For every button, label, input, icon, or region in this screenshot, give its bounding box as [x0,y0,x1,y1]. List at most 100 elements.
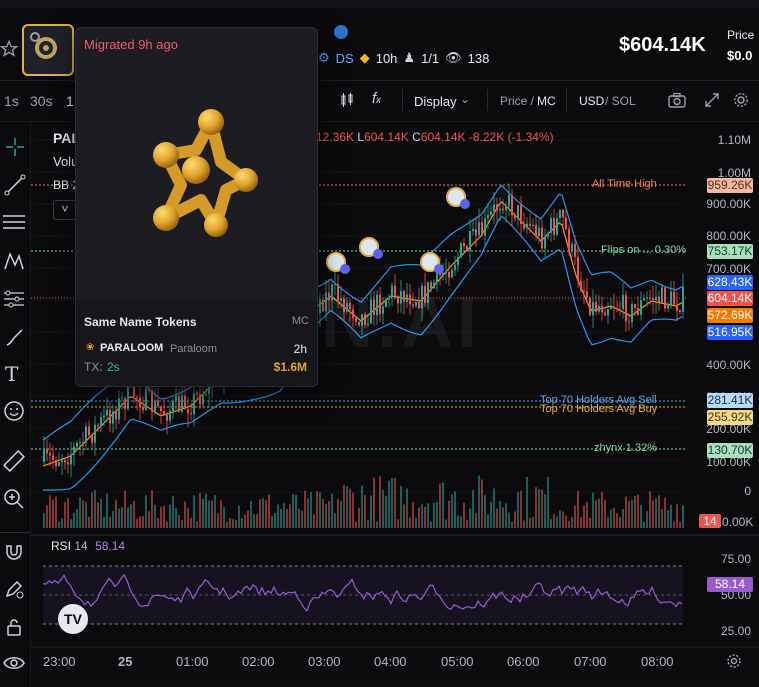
volume-bar [163,505,165,528]
candle-body [577,256,579,281]
candle-body [574,243,576,257]
candle-body [505,206,507,211]
fullscreen-icon[interactable] [704,92,720,108]
volume-bar [313,514,315,528]
brush-icon[interactable] [4,326,26,351]
volume-bar [454,491,456,528]
magnet-icon[interactable] [3,540,25,565]
volume-bar [133,500,135,528]
candle-body [172,401,174,412]
camera-icon[interactable] [668,92,686,108]
interval-1m[interactable]: 1 [66,93,74,109]
candle-body [598,306,600,312]
volume-bar [85,501,87,528]
candle-body [85,426,87,443]
volume-bar [229,518,231,528]
candle-body [136,396,138,398]
indicators-fx-icon[interactable]: fx [372,90,381,107]
volume-bar [529,517,531,528]
volume-bar [391,478,393,528]
volume-bar [310,492,312,528]
zoom-in-icon[interactable] [3,488,25,513]
volume-bar [595,500,597,528]
candle-body [502,208,504,211]
candle-body [121,397,123,399]
volume-bar [424,506,426,528]
volume-bar [637,494,639,528]
candle-body [109,410,111,424]
lock-icon[interactable] [3,616,25,641]
trend-line-icon[interactable] [4,174,26,199]
stay-in-drawing-icon[interactable] [3,578,25,603]
usd-toggle[interactable]: USD [579,94,604,108]
tools-divider [0,532,30,533]
candle-body [88,426,90,436]
volume-bar [130,504,132,528]
legend-collapse-chevron-icon[interactable]: ˅ [53,200,77,220]
interval-1s[interactable]: 1s [4,93,19,109]
fib-lines-icon[interactable] [2,212,26,237]
price-axis-tick: 900.00K [706,197,751,211]
volume-bar [628,501,630,528]
crosshair-icon[interactable] [4,136,26,161]
forecast-icon[interactable] [2,288,26,313]
volume-bar [646,511,648,528]
volume-bar [286,508,288,528]
token-subname: Paraloom [170,343,218,355]
volume-bar [196,521,198,528]
emoji-icon[interactable] [3,400,25,425]
volume-bar [613,507,615,528]
views-count: 138 [467,50,490,66]
candle-body [592,301,594,316]
interval-30s[interactable]: 30s [30,93,53,109]
volume-bar [175,508,177,528]
candle-body [97,424,99,427]
price-toggle[interactable]: Price / [500,94,534,108]
settings-gear-icon[interactable] [733,92,749,108]
candle-body [67,462,69,465]
volume-bar [538,489,540,528]
volume-bar [463,502,465,528]
candle-body [103,415,105,418]
token-avatar[interactable] [22,24,74,76]
dexscreener-link[interactable]: DS [336,51,354,66]
volume-bar [388,480,390,528]
candle-body [628,321,630,323]
candle-body [631,304,633,322]
volume-bar [97,502,99,528]
volume-bar [124,490,126,528]
ath-price-badge: 959.26K [707,178,753,193]
chevron-down-icon[interactable]: ⌄ [460,92,470,106]
visibility-eye-icon[interactable] [3,652,25,677]
tx-label: TX: [84,360,103,374]
time-axis-tick: 01:00 [176,654,209,669]
favorite-star-icon[interactable] [0,39,19,61]
mc-toggle[interactable]: MC [537,94,556,108]
candle-body [448,271,450,278]
tradingview-logo-icon[interactable]: TV [58,604,88,634]
volume-bar [169,504,171,528]
time-axis-settings-icon[interactable] [726,653,742,672]
rsi-label: RSI [51,539,72,553]
ruler-icon[interactable] [3,450,25,475]
sol-toggle[interactable]: / SOL [605,94,636,108]
volume-bar [217,513,219,528]
text-tool-icon[interactable]: T [5,362,18,386]
display-menu[interactable]: Display [414,94,457,109]
volume-bar [250,501,252,528]
pattern-icon[interactable] [3,250,25,275]
volume-bar [448,500,450,528]
volume-bar [469,508,471,528]
candle-body [586,291,588,298]
candle-body [151,390,153,412]
candle-body [184,395,186,410]
volume-bar [577,490,579,528]
candle-body [79,442,81,444]
volume-bar [367,520,369,528]
volume-bar [472,490,474,528]
candle-type-icon[interactable] [339,92,355,108]
avg-buy-label: Top 70 Holders Avg Buy [540,403,658,415]
same-name-token-row[interactable]: ❀ PARALOOM Paraloom 2h TX: 2s $1.6M [84,340,309,380]
candle-body [532,224,534,226]
volume-bar [466,519,468,528]
